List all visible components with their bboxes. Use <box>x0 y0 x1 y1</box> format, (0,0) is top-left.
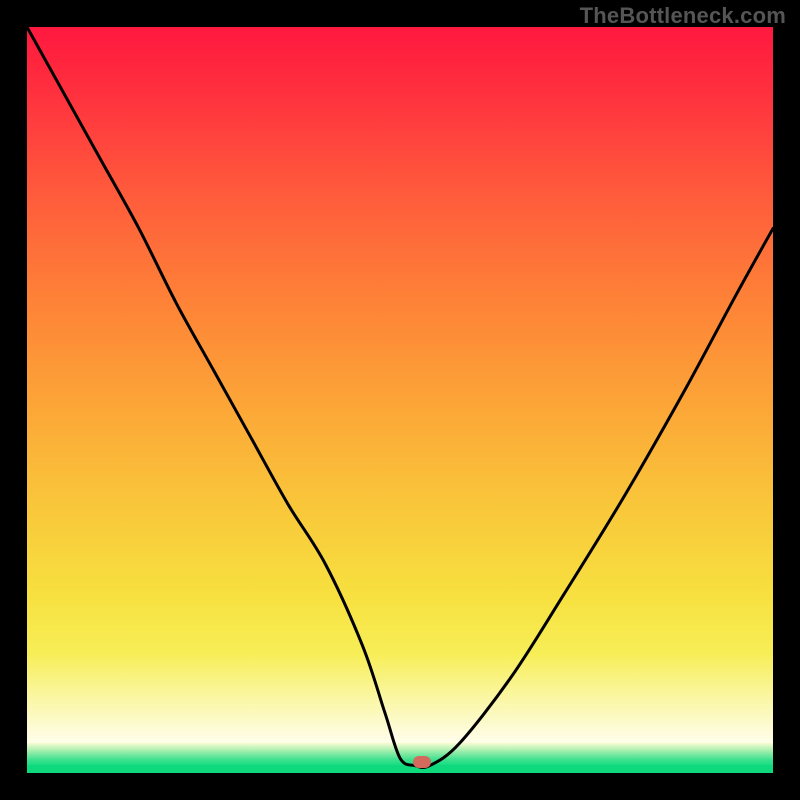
chart-frame: TheBottleneck.com <box>0 0 800 800</box>
optimal-point-marker <box>413 756 431 768</box>
plot-area <box>27 27 773 773</box>
curve-path <box>27 27 773 768</box>
watermark-text: TheBottleneck.com <box>580 3 786 29</box>
bottleneck-curve <box>27 27 773 773</box>
